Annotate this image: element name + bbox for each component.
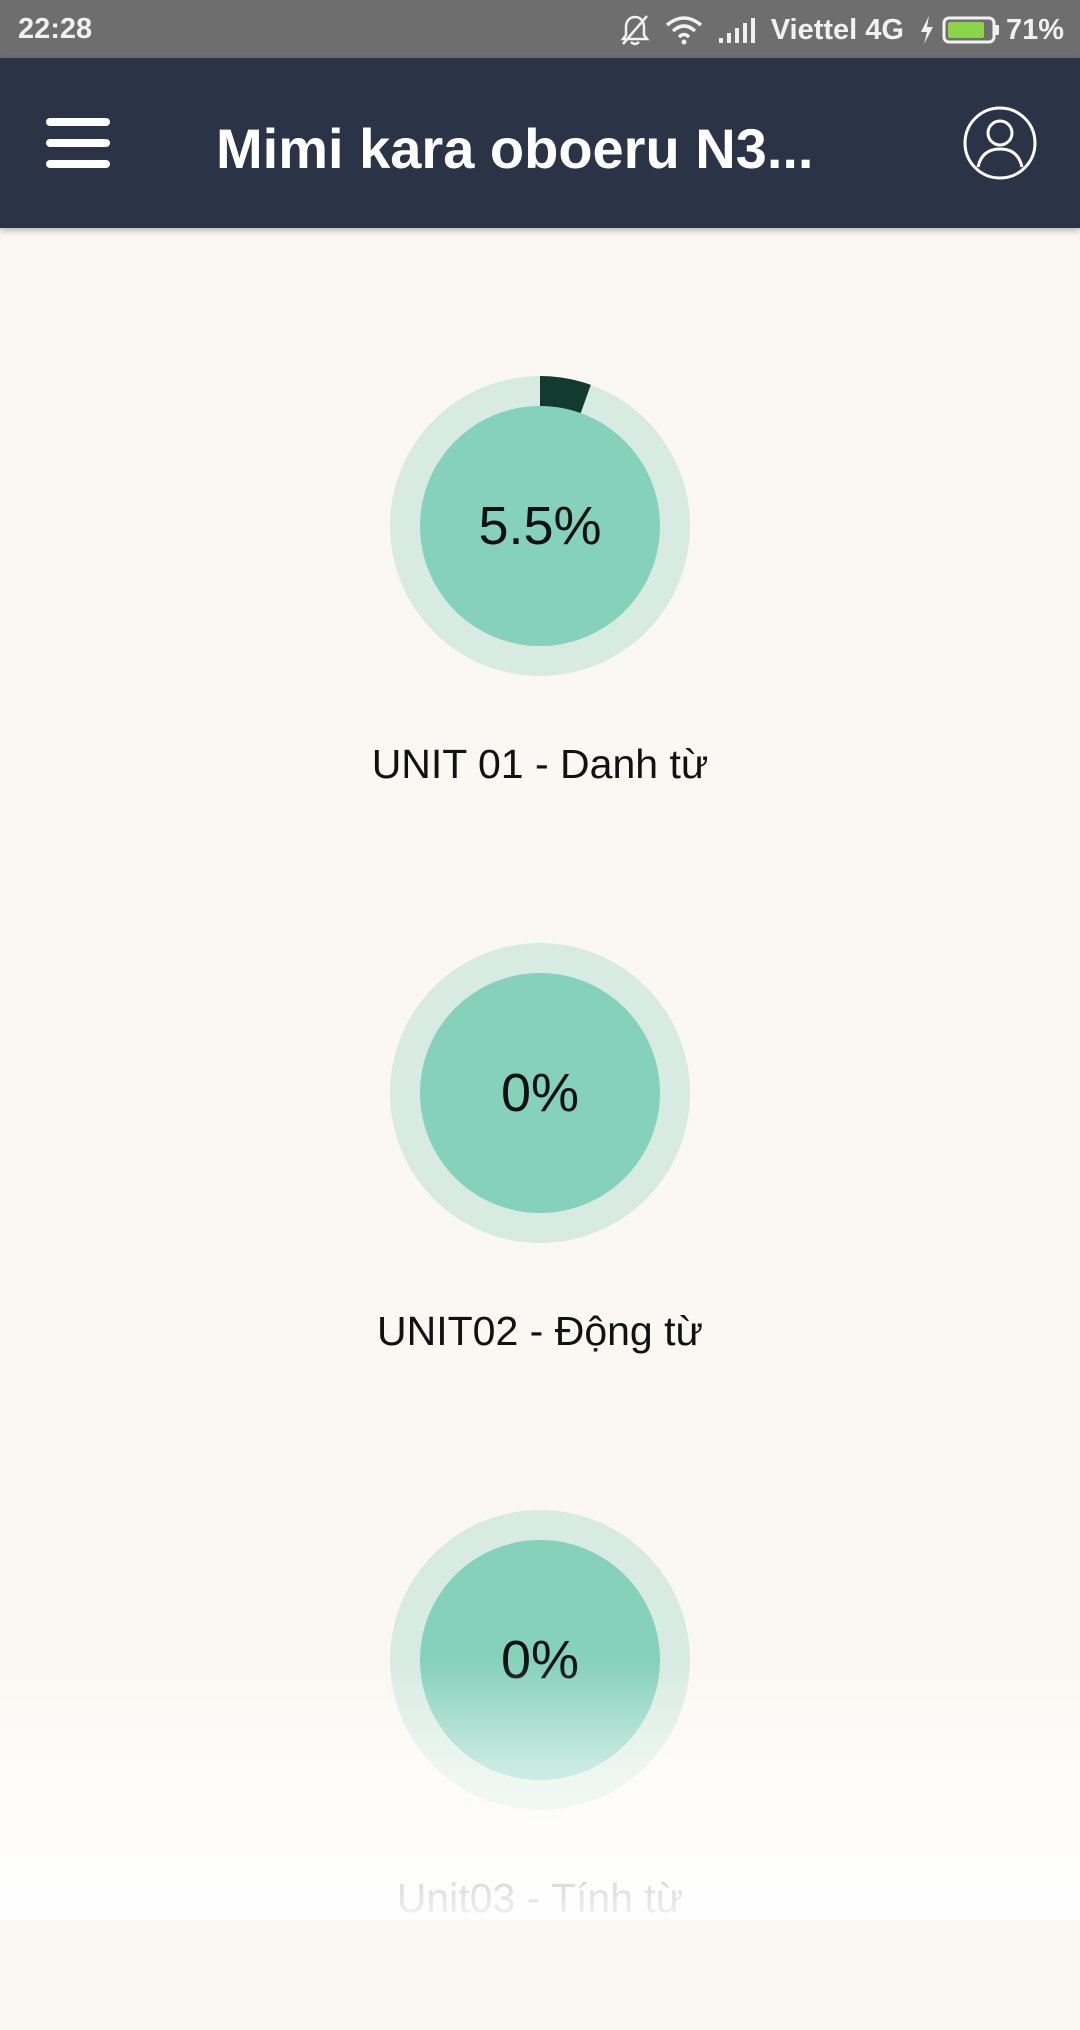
progress-percent: 0% xyxy=(500,1063,580,1123)
unit-card[interactable]: 5.5% UNIT 01 - Danh từ xyxy=(0,376,1080,896)
status-bar: 22:28 Viettel 4G 71% xyxy=(0,0,1080,58)
hamburger-menu-icon[interactable] xyxy=(46,118,112,168)
status-icons: Viettel 4G 71% xyxy=(619,10,1064,50)
unit-title: UNIT 01 - Danh từ xyxy=(371,741,709,787)
status-time: 22:28 xyxy=(18,13,93,45)
charging-icon xyxy=(918,15,936,45)
carrier-label: Viettel 4G xyxy=(770,13,904,46)
signal-icon xyxy=(717,16,757,44)
unit-title: UNIT02 - Động từ xyxy=(377,1308,703,1354)
unit-card[interactable]: 0% UNIT02 - Động từ xyxy=(0,943,1080,1463)
battery: 71% xyxy=(918,14,1064,47)
progress-percent: 5.5% xyxy=(478,496,602,556)
wifi-icon xyxy=(665,15,703,45)
unit-card[interactable]: 0% Unit03 - Tính từ xyxy=(0,1510,1080,2030)
unit-title: Unit03 - Tính từ xyxy=(396,1875,684,1921)
page-title: Mimi kara oboeru N3... xyxy=(216,117,814,180)
progress-percent: 0% xyxy=(500,1630,580,1690)
app-bar: Mimi kara oboeru N3... xyxy=(0,58,1080,228)
user-profile-icon[interactable] xyxy=(962,105,1038,181)
battery-percent: 71% xyxy=(1005,13,1064,46)
bell-off-icon xyxy=(619,13,651,47)
battery-icon xyxy=(942,15,1000,45)
